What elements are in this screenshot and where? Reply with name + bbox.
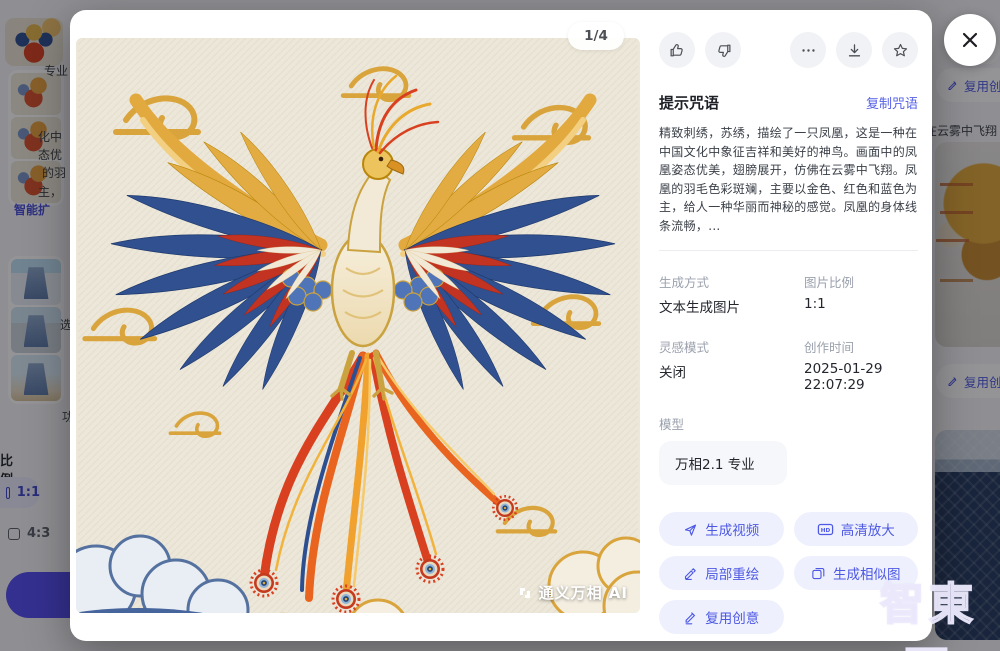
star-icon — [892, 42, 909, 59]
ellipsis-icon — [800, 42, 817, 59]
metadata-grid: 生成方式 文本生成图片 图片比例 1:1 灵感模式 关闭 创作时间 2025-0… — [659, 272, 918, 393]
image-watermark-text: 通义万相 AI — [539, 582, 628, 603]
action-label: 高清放大 — [841, 519, 895, 539]
generate-similar-button[interactable]: 生成相似图 — [794, 556, 919, 590]
meta-label: 生成方式 — [659, 272, 804, 291]
svg-text:HD: HD — [821, 528, 831, 534]
meta-label: 灵感模式 — [659, 337, 804, 356]
action-label: 生成相似图 — [833, 563, 901, 583]
close-icon — [960, 30, 980, 50]
meta-gen-method: 生成方式 文本生成图片 — [659, 272, 804, 316]
meta-time: 创作时间 2025-01-29 22:07:29 — [804, 337, 918, 393]
section-divider — [659, 250, 918, 251]
meta-value: 1:1 — [804, 296, 918, 312]
thumbs-up-button[interactable] — [659, 32, 695, 68]
meta-inspiration: 灵感模式 关闭 — [659, 337, 804, 393]
meta-ratio: 图片比例 1:1 — [804, 272, 918, 316]
screen: 专业 化中 态优 的羽 主， 智能扩 选 功 比例 1:1 4:3 复用创意 在… — [0, 0, 1000, 651]
copy-prompt-link[interactable]: 复制咒语 — [866, 93, 918, 112]
hd-upscale-button[interactable]: HD 高清放大 — [794, 512, 919, 546]
brush-icon — [683, 566, 698, 581]
download-icon — [846, 42, 863, 59]
action-buttons: 生成视频 HD 高清放大 局部重绘 生成相似图 复用创意 — [659, 512, 918, 634]
video-generate-icon — [683, 522, 698, 537]
toolbar — [659, 32, 918, 68]
image-brand-watermark: 通义万相 AI — [517, 582, 628, 603]
thumbs-down-button[interactable] — [705, 32, 741, 68]
reuse-creative-button[interactable]: 复用创意 — [659, 600, 784, 634]
prompt-section-header: 提示咒语 复制咒语 — [659, 92, 918, 113]
image-pager-badge: 1/4 — [568, 22, 624, 50]
hd-icon: HD — [817, 522, 834, 537]
close-button[interactable] — [944, 14, 996, 66]
phoenix-embroidery-art — [76, 38, 640, 613]
model-label: 模型 — [659, 414, 918, 433]
action-label: 复用创意 — [705, 607, 759, 627]
tongyi-logo-icon — [517, 585, 533, 601]
meta-value: 关闭 — [659, 361, 804, 381]
model-chip: 万相2.1 专业 — [659, 441, 787, 485]
thumbs-down-icon — [715, 42, 732, 59]
detail-panel: 提示咒语 复制咒语 精致刺绣，苏绣，描绘了一只凤凰，这是一种在中国文化中象征吉祥… — [645, 10, 932, 641]
prompt-title: 提示咒语 — [659, 92, 719, 113]
pencil-icon — [683, 610, 698, 625]
prompt-text: 精致刺绣，苏绣，描绘了一只凤凰，这是一种在中国文化中象征吉祥和美好的神鸟。画面中… — [659, 124, 918, 236]
meta-label: 创作时间 — [804, 337, 918, 356]
image-detail-modal: 通义万相 AI 1/4 — [70, 10, 932, 641]
inpaint-button[interactable]: 局部重绘 — [659, 556, 784, 590]
thumbs-up-icon — [669, 42, 686, 59]
generated-image: 通义万相 AI — [76, 38, 640, 613]
action-label: 生成视频 — [705, 519, 759, 539]
meta-value: 2025-01-29 22:07:29 — [804, 361, 918, 393]
generate-video-button[interactable]: 生成视频 — [659, 512, 784, 546]
download-button[interactable] — [836, 32, 872, 68]
meta-value: 文本生成图片 — [659, 296, 804, 316]
more-button[interactable] — [790, 32, 826, 68]
similar-image-icon — [811, 566, 826, 581]
meta-label: 图片比例 — [804, 272, 918, 291]
favorite-button[interactable] — [882, 32, 918, 68]
action-label: 局部重绘 — [705, 563, 759, 583]
